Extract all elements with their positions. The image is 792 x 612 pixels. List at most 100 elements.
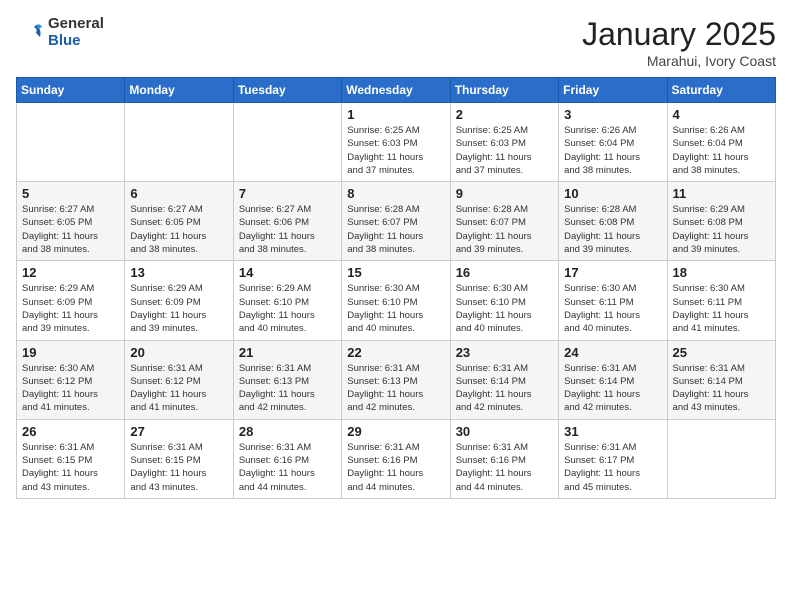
day-number: 12 [22,265,119,280]
day-number: 17 [564,265,661,280]
day-info: Sunrise: 6:27 AM Sunset: 6:05 PM Dayligh… [22,203,119,256]
calendar-header-wednesday: Wednesday [342,78,450,103]
calendar-cell: 11Sunrise: 6:29 AM Sunset: 6:08 PM Dayli… [667,182,775,261]
calendar-cell: 27 Sunrise: 6:31 AM Sunset: 6:15 PM Dayli… [125,419,233,498]
calendar-header-tuesday: Tuesday [233,78,341,103]
logo-general: General [48,15,104,32]
calendar-cell: 22Sunrise: 6:31 AM Sunset: 6:13 PM Dayli… [342,340,450,419]
day-number: 13 [130,265,227,280]
calendar-header-saturday: Saturday [667,78,775,103]
day-info: Sunrise: 6:31 AM Sunset: 6:16 PM Dayligh… [239,441,336,494]
day-number: 4 [673,107,770,122]
day-info: Sunrise: 6:29 AM Sunset: 6:09 PM Dayligh… [22,282,119,335]
month-title: January 2025 [582,16,776,53]
day-info: Sunrise: 6:28 AM Sunset: 6:08 PM Dayligh… [564,203,661,256]
day-info: Sunrise: 6:31 AM Sunset: 6:15 PM Dayligh… [130,441,227,494]
calendar-cell: 26 Sunrise: 6:31 AM Sunset: 6:15 PM Dayli… [17,419,125,498]
calendar-cell: 28 Sunrise: 6:31 AM Sunset: 6:16 PM Dayli… [233,419,341,498]
calendar-cell [125,103,233,182]
calendar-cell: 9 Sunrise: 6:28 AM Sunset: 6:07 PM Daylig… [450,182,558,261]
day-number: 31 [564,424,661,439]
calendar-cell [667,419,775,498]
day-info: Sunrise: 6:30 AM Sunset: 6:11 PM Dayligh… [673,282,770,335]
day-info: Sunrise: 6:30 AM Sunset: 6:10 PM Dayligh… [456,282,553,335]
calendar-cell: 8Sunrise: 6:28 AM Sunset: 6:07 PM Daylig… [342,182,450,261]
calendar-cell: 15 Sunrise: 6:30 AM Sunset: 6:10 PM Dayli… [342,261,450,340]
calendar-cell: 30 Sunrise: 6:31 AM Sunset: 6:16 PM Dayli… [450,419,558,498]
calendar-week-row: 19Sunrise: 6:30 AM Sunset: 6:12 PM Dayli… [17,340,776,419]
day-number: 24 [564,345,661,360]
calendar-cell: 24 Sunrise: 6:31 AM Sunset: 6:14 PM Dayli… [559,340,667,419]
day-info: Sunrise: 6:31 AM Sunset: 6:12 PM Dayligh… [130,362,227,415]
day-info: Sunrise: 6:27 AM Sunset: 6:06 PM Dayligh… [239,203,336,256]
day-info: Sunrise: 6:26 AM Sunset: 6:04 PM Dayligh… [564,124,661,177]
calendar-cell: 17 Sunrise: 6:30 AM Sunset: 6:11 PM Dayli… [559,261,667,340]
day-info: Sunrise: 6:31 AM Sunset: 6:14 PM Dayligh… [456,362,553,415]
day-info: Sunrise: 6:29 AM Sunset: 6:08 PM Dayligh… [673,203,770,256]
day-number: 25 [673,345,770,360]
page-header: General Blue January 2025 Marahui, Ivory… [16,16,776,69]
calendar-cell: 31 Sunrise: 6:31 AM Sunset: 6:17 PM Dayli… [559,419,667,498]
calendar-week-row: 1Sunrise: 6:25 AM Sunset: 6:03 PM Daylig… [17,103,776,182]
day-number: 20 [130,345,227,360]
day-info: Sunrise: 6:31 AM Sunset: 6:16 PM Dayligh… [347,441,444,494]
day-info: Sunrise: 6:26 AM Sunset: 6:04 PM Dayligh… [673,124,770,177]
day-info: Sunrise: 6:29 AM Sunset: 6:09 PM Dayligh… [130,282,227,335]
calendar-cell: 4 Sunrise: 6:26 AM Sunset: 6:04 PM Daylig… [667,103,775,182]
calendar-cell: 20 Sunrise: 6:31 AM Sunset: 6:12 PM Dayli… [125,340,233,419]
day-number: 3 [564,107,661,122]
title-area: January 2025 Marahui, Ivory Coast [582,16,776,69]
calendar-header-row: SundayMondayTuesdayWednesdayThursdayFrid… [17,78,776,103]
day-number: 14 [239,265,336,280]
calendar-header-thursday: Thursday [450,78,558,103]
day-info: Sunrise: 6:30 AM Sunset: 6:10 PM Dayligh… [347,282,444,335]
logo-text: General Blue [48,16,104,49]
day-info: Sunrise: 6:28 AM Sunset: 6:07 PM Dayligh… [456,203,553,256]
day-info: Sunrise: 6:31 AM Sunset: 6:13 PM Dayligh… [347,362,444,415]
day-info: Sunrise: 6:31 AM Sunset: 6:17 PM Dayligh… [564,441,661,494]
logo-icon [16,19,44,47]
day-number: 28 [239,424,336,439]
day-number: 29 [347,424,444,439]
day-info: Sunrise: 6:25 AM Sunset: 6:03 PM Dayligh… [347,124,444,177]
day-number: 18 [673,265,770,280]
day-number: 5 [22,186,119,201]
day-number: 7 [239,186,336,201]
day-info: Sunrise: 6:27 AM Sunset: 6:05 PM Dayligh… [130,203,227,256]
calendar-cell: 21Sunrise: 6:31 AM Sunset: 6:13 PM Dayli… [233,340,341,419]
calendar-cell: 13 Sunrise: 6:29 AM Sunset: 6:09 PM Dayli… [125,261,233,340]
calendar-cell: 29 Sunrise: 6:31 AM Sunset: 6:16 PM Dayli… [342,419,450,498]
day-number: 9 [456,186,553,201]
day-info: Sunrise: 6:25 AM Sunset: 6:03 PM Dayligh… [456,124,553,177]
calendar-cell: 3 Sunrise: 6:26 AM Sunset: 6:04 PM Daylig… [559,103,667,182]
calendar-cell: 1Sunrise: 6:25 AM Sunset: 6:03 PM Daylig… [342,103,450,182]
calendar-cell: 5 Sunrise: 6:27 AM Sunset: 6:05 PM Daylig… [17,182,125,261]
calendar-week-row: 26 Sunrise: 6:31 AM Sunset: 6:15 PM Dayli… [17,419,776,498]
day-info: Sunrise: 6:31 AM Sunset: 6:16 PM Dayligh… [456,441,553,494]
day-info: Sunrise: 6:31 AM Sunset: 6:15 PM Dayligh… [22,441,119,494]
day-number: 27 [130,424,227,439]
day-number: 30 [456,424,553,439]
day-number: 15 [347,265,444,280]
day-info: Sunrise: 6:30 AM Sunset: 6:11 PM Dayligh… [564,282,661,335]
calendar-cell: 7 Sunrise: 6:27 AM Sunset: 6:06 PM Daylig… [233,182,341,261]
calendar-cell: 19Sunrise: 6:30 AM Sunset: 6:12 PM Dayli… [17,340,125,419]
calendar-cell: 25Sunrise: 6:31 AM Sunset: 6:14 PM Dayli… [667,340,775,419]
day-number: 2 [456,107,553,122]
day-number: 10 [564,186,661,201]
day-number: 26 [22,424,119,439]
day-info: Sunrise: 6:28 AM Sunset: 6:07 PM Dayligh… [347,203,444,256]
calendar-cell: 2 Sunrise: 6:25 AM Sunset: 6:03 PM Daylig… [450,103,558,182]
day-info: Sunrise: 6:30 AM Sunset: 6:12 PM Dayligh… [22,362,119,415]
day-info: Sunrise: 6:31 AM Sunset: 6:14 PM Dayligh… [564,362,661,415]
calendar-cell: 6 Sunrise: 6:27 AM Sunset: 6:05 PM Daylig… [125,182,233,261]
day-info: Sunrise: 6:29 AM Sunset: 6:10 PM Dayligh… [239,282,336,335]
location-title: Marahui, Ivory Coast [582,53,776,69]
calendar-week-row: 12 Sunrise: 6:29 AM Sunset: 6:09 PM Dayli… [17,261,776,340]
calendar-cell: 18 Sunrise: 6:30 AM Sunset: 6:11 PM Dayli… [667,261,775,340]
day-number: 16 [456,265,553,280]
logo: General Blue [16,16,104,49]
day-number: 6 [130,186,227,201]
calendar-cell: 23Sunrise: 6:31 AM Sunset: 6:14 PM Dayli… [450,340,558,419]
calendar-cell [233,103,341,182]
